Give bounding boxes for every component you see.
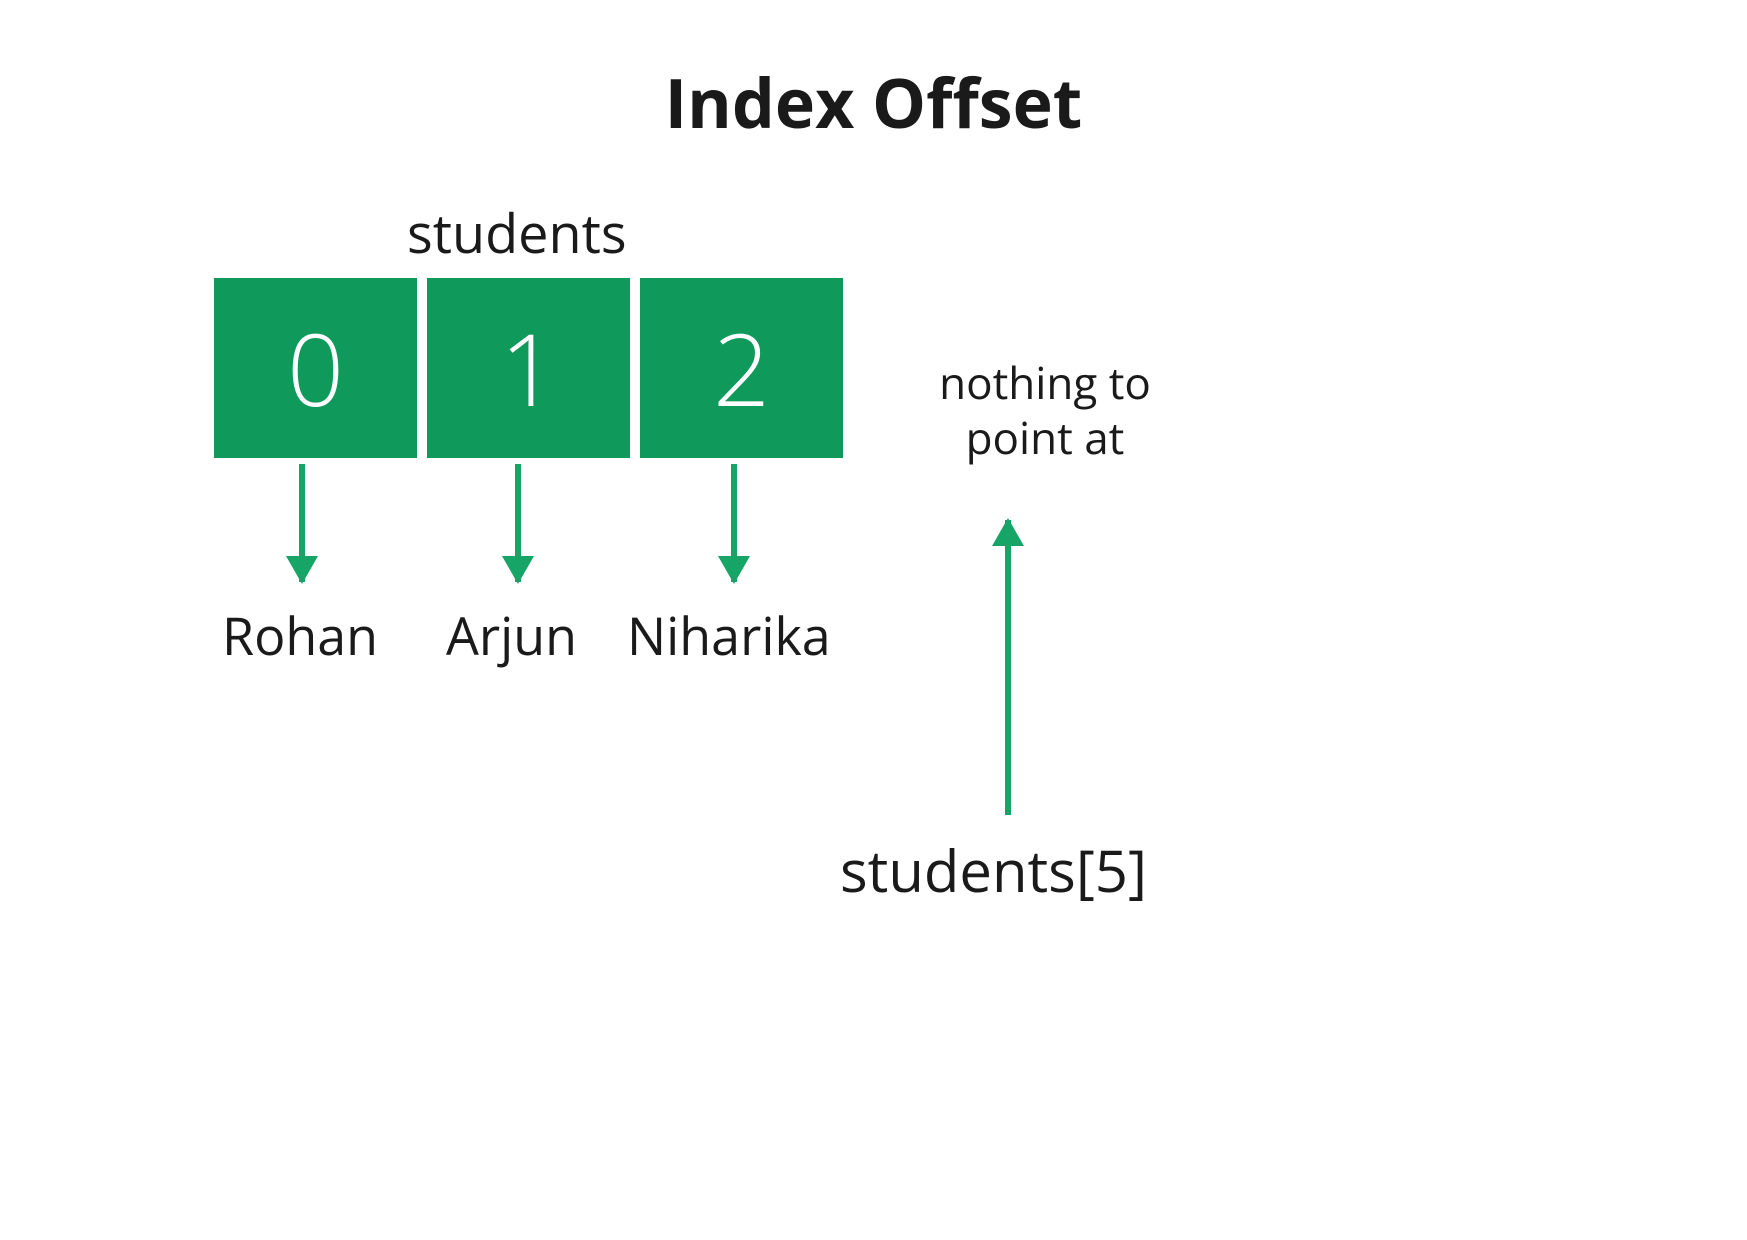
arrow-down-icon: [731, 464, 737, 582]
array-value-0: Rohan: [222, 600, 378, 671]
out-of-bounds-expression: students[5]: [840, 830, 1147, 909]
array-name-label: students: [407, 195, 627, 269]
array-value-1: Arjun: [446, 600, 577, 671]
cell-divider: [630, 278, 640, 458]
array-cell-2: 2: [640, 278, 843, 458]
array-value-2: Niharika: [627, 600, 831, 671]
arrow-down-icon: [299, 464, 305, 582]
array-cell-1: 1: [427, 278, 630, 458]
out-of-bounds-message: nothing to point at: [910, 355, 1180, 465]
array-container: 0 1 2: [214, 278, 843, 458]
cell-divider: [417, 278, 427, 458]
array-cell-0: 0: [214, 278, 417, 458]
diagram-title: Index Offset: [0, 55, 1747, 148]
arrow-down-icon: [515, 464, 521, 582]
arrow-up-icon: [1005, 520, 1011, 815]
